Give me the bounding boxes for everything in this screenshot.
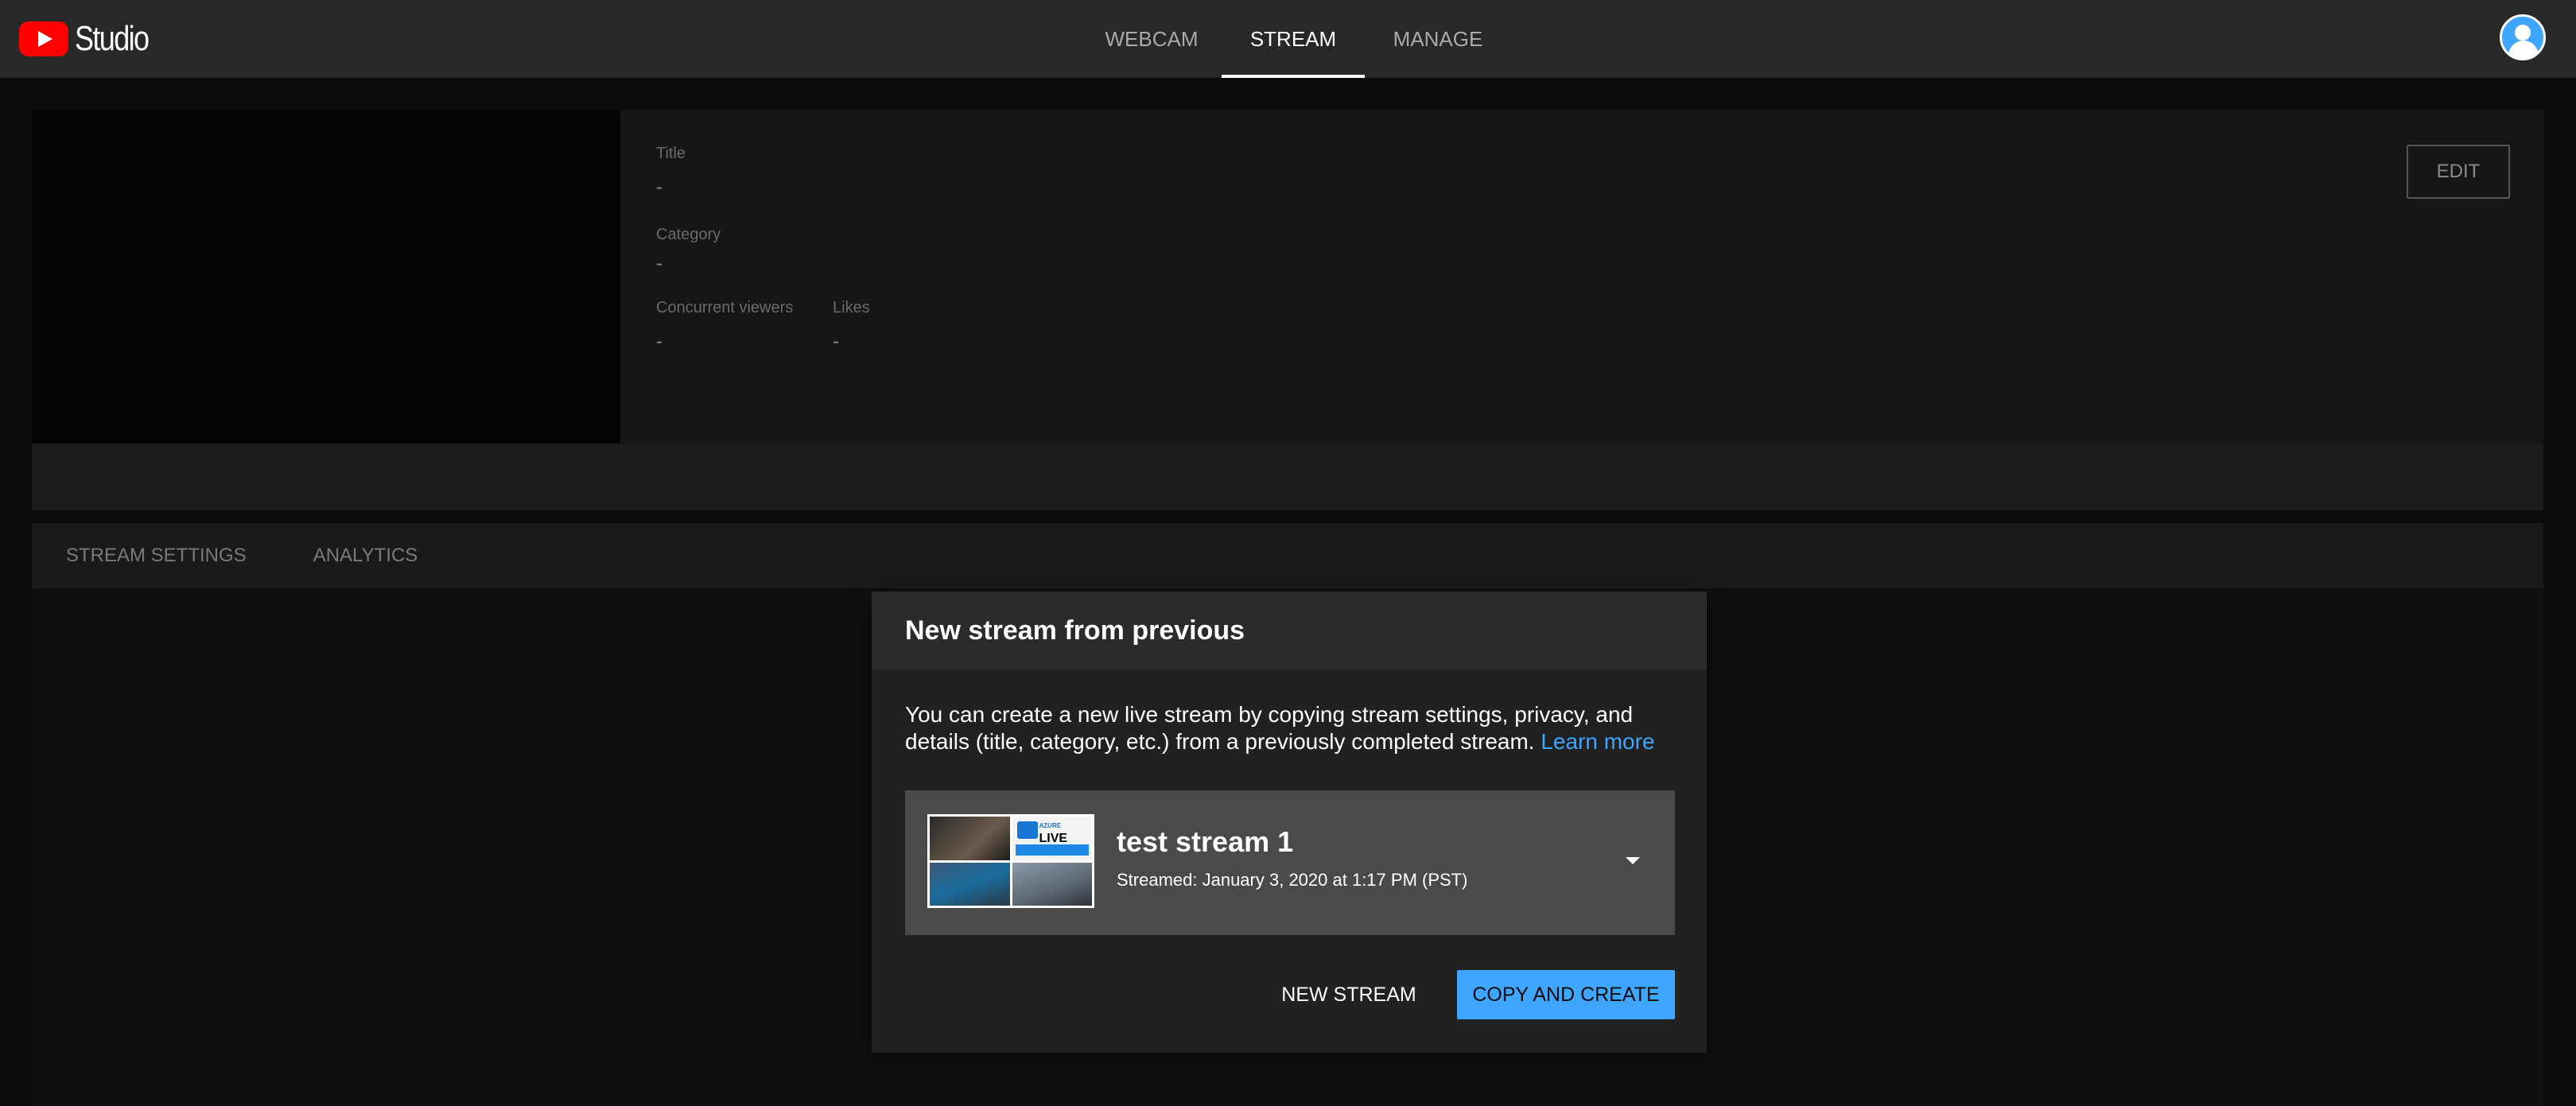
account-avatar-icon[interactable] [2500,14,2546,60]
likes-label: Likes [833,299,870,316]
chevron-down-icon[interactable] [1626,857,1640,864]
copy-and-create-button[interactable]: COPY AND CREATE [1457,970,1675,1019]
title-value: - [656,177,662,198]
new-stream-button[interactable]: NEW STREAM [1276,970,1422,1019]
studio-logo[interactable]: Studio [19,17,165,60]
live-badge: AZURE LIVE [1039,822,1068,845]
title-label: Title [656,145,686,162]
thumb-webcam-3 [1012,862,1092,906]
stream-info-panel: Title - Category - Concurrent viewers - … [620,110,2543,444]
youtube-play-icon [19,21,68,56]
thumb-webcam-2 [930,862,1010,906]
section-tabs: STREAM SETTINGS ANALYTICS [32,523,2543,588]
selected-stream-date: Streamed: January 3, 2020 at 1:17 PM (PS… [1117,870,1468,890]
avatar-body [2508,41,2539,58]
previous-stream-select[interactable]: AZURE LIVE test stream 1 Streamed: Januar… [905,790,1675,935]
tab-analytics[interactable]: ANALYTICS [313,545,418,567]
tab-manage[interactable]: MANAGE [1365,0,1511,78]
thumb-azure-live: AZURE LIVE [1012,817,1092,860]
edit-button[interactable]: EDIT [2407,145,2510,199]
tab-stream-settings[interactable]: STREAM SETTINGS [66,545,247,567]
dialog-title: New stream from previous [872,592,1707,669]
thumb-webcam-1 [930,817,1010,860]
cloud-icon [1016,821,1038,839]
category-value: - [656,253,662,274]
logo-text: Studio [75,19,150,58]
stream-thumbnail: AZURE LIVE [927,814,1094,908]
viewers-label: Concurrent viewers [656,299,794,316]
category-label: Category [656,226,721,243]
stream-status-strip [32,444,2543,510]
top-bar: Studio WEBCAM STREAM MANAGE [0,0,2576,78]
new-stream-dialog: New stream from previous You can create … [872,592,1707,1053]
tab-stream[interactable]: STREAM [1222,0,1365,78]
dialog-description: You can create a new live stream by copy… [905,701,1677,755]
selected-stream-title: test stream 1 [1117,825,1294,858]
main-tabs: WEBCAM STREAM MANAGE [1082,0,1511,78]
tab-webcam[interactable]: WEBCAM [1082,0,1222,78]
dialog-body-text: You can create a new live stream by copy… [905,702,1634,754]
learn-more-link[interactable]: Learn more [1541,729,1654,754]
viewers-value: - [656,331,662,352]
avatar-head [2515,25,2531,41]
thumb-bar [1015,844,1089,856]
likes-value: - [833,331,839,352]
stream-preview [32,110,620,444]
